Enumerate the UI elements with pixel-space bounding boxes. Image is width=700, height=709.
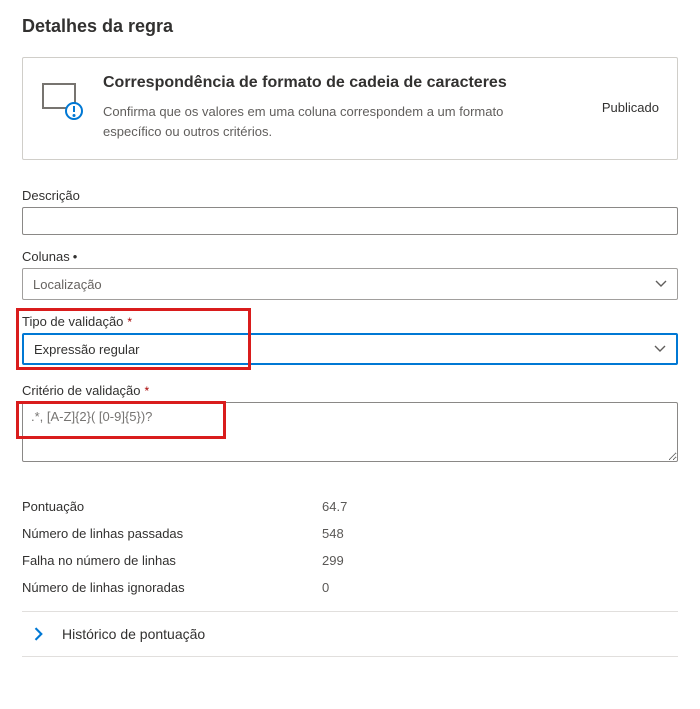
stat-label: Número de linhas ignoradas <box>22 580 322 595</box>
stat-label: Número de linhas passadas <box>22 526 322 541</box>
description-label: Descrição <box>22 188 678 203</box>
stat-value: 299 <box>322 553 344 568</box>
columns-label: Colunas• <box>22 249 678 264</box>
stat-row-failed: Falha no número de linhas 299 <box>22 547 678 574</box>
rule-card-title: Correspondência de formato de cadeia de … <box>103 74 580 92</box>
chevron-right-icon <box>32 627 46 641</box>
chevron-down-icon <box>655 278 667 290</box>
score-history-label: Histórico de pontuação <box>62 626 205 642</box>
description-input[interactable] <box>22 207 678 235</box>
stat-label: Pontuação <box>22 499 322 514</box>
stat-value: 64.7 <box>322 499 347 514</box>
validation-type-field: Tipo de validação* Expressão regular <box>22 314 678 365</box>
rule-status: Publicado <box>602 100 659 115</box>
columns-value: Localização <box>33 277 102 292</box>
validation-type-label: Tipo de validação* <box>22 314 678 329</box>
chevron-down-icon <box>654 343 666 355</box>
stat-label: Falha no número de linhas <box>22 553 322 568</box>
columns-select[interactable]: Localização <box>22 268 678 300</box>
rule-card-description: Confirma que os valores em uma coluna co… <box>103 102 523 141</box>
validation-type-select[interactable]: Expressão regular <box>22 333 678 365</box>
validation-criteria-field: Critério de validação* <box>22 383 678 465</box>
validation-type-value: Expressão regular <box>34 342 140 357</box>
stats-table: Pontuação 64.7 Número de linhas passadas… <box>22 493 678 601</box>
stat-row-passed: Número de linhas passadas 548 <box>22 520 678 547</box>
rule-summary-card: Correspondência de formato de cadeia de … <box>22 57 678 160</box>
page-title: Detalhes da regra <box>22 16 678 37</box>
description-field: Descrição <box>22 188 678 235</box>
string-format-icon <box>41 78 85 122</box>
columns-field: Colunas• Localização <box>22 249 678 300</box>
stat-row-score: Pontuação 64.7 <box>22 493 678 520</box>
stat-value: 0 <box>322 580 329 595</box>
stat-value: 548 <box>322 526 344 541</box>
validation-criteria-textarea[interactable] <box>22 402 678 462</box>
score-history-toggle[interactable]: Histórico de pontuação <box>22 612 678 657</box>
stat-row-ignored: Número de linhas ignoradas 0 <box>22 574 678 601</box>
validation-criteria-label: Critério de validação* <box>22 383 678 398</box>
